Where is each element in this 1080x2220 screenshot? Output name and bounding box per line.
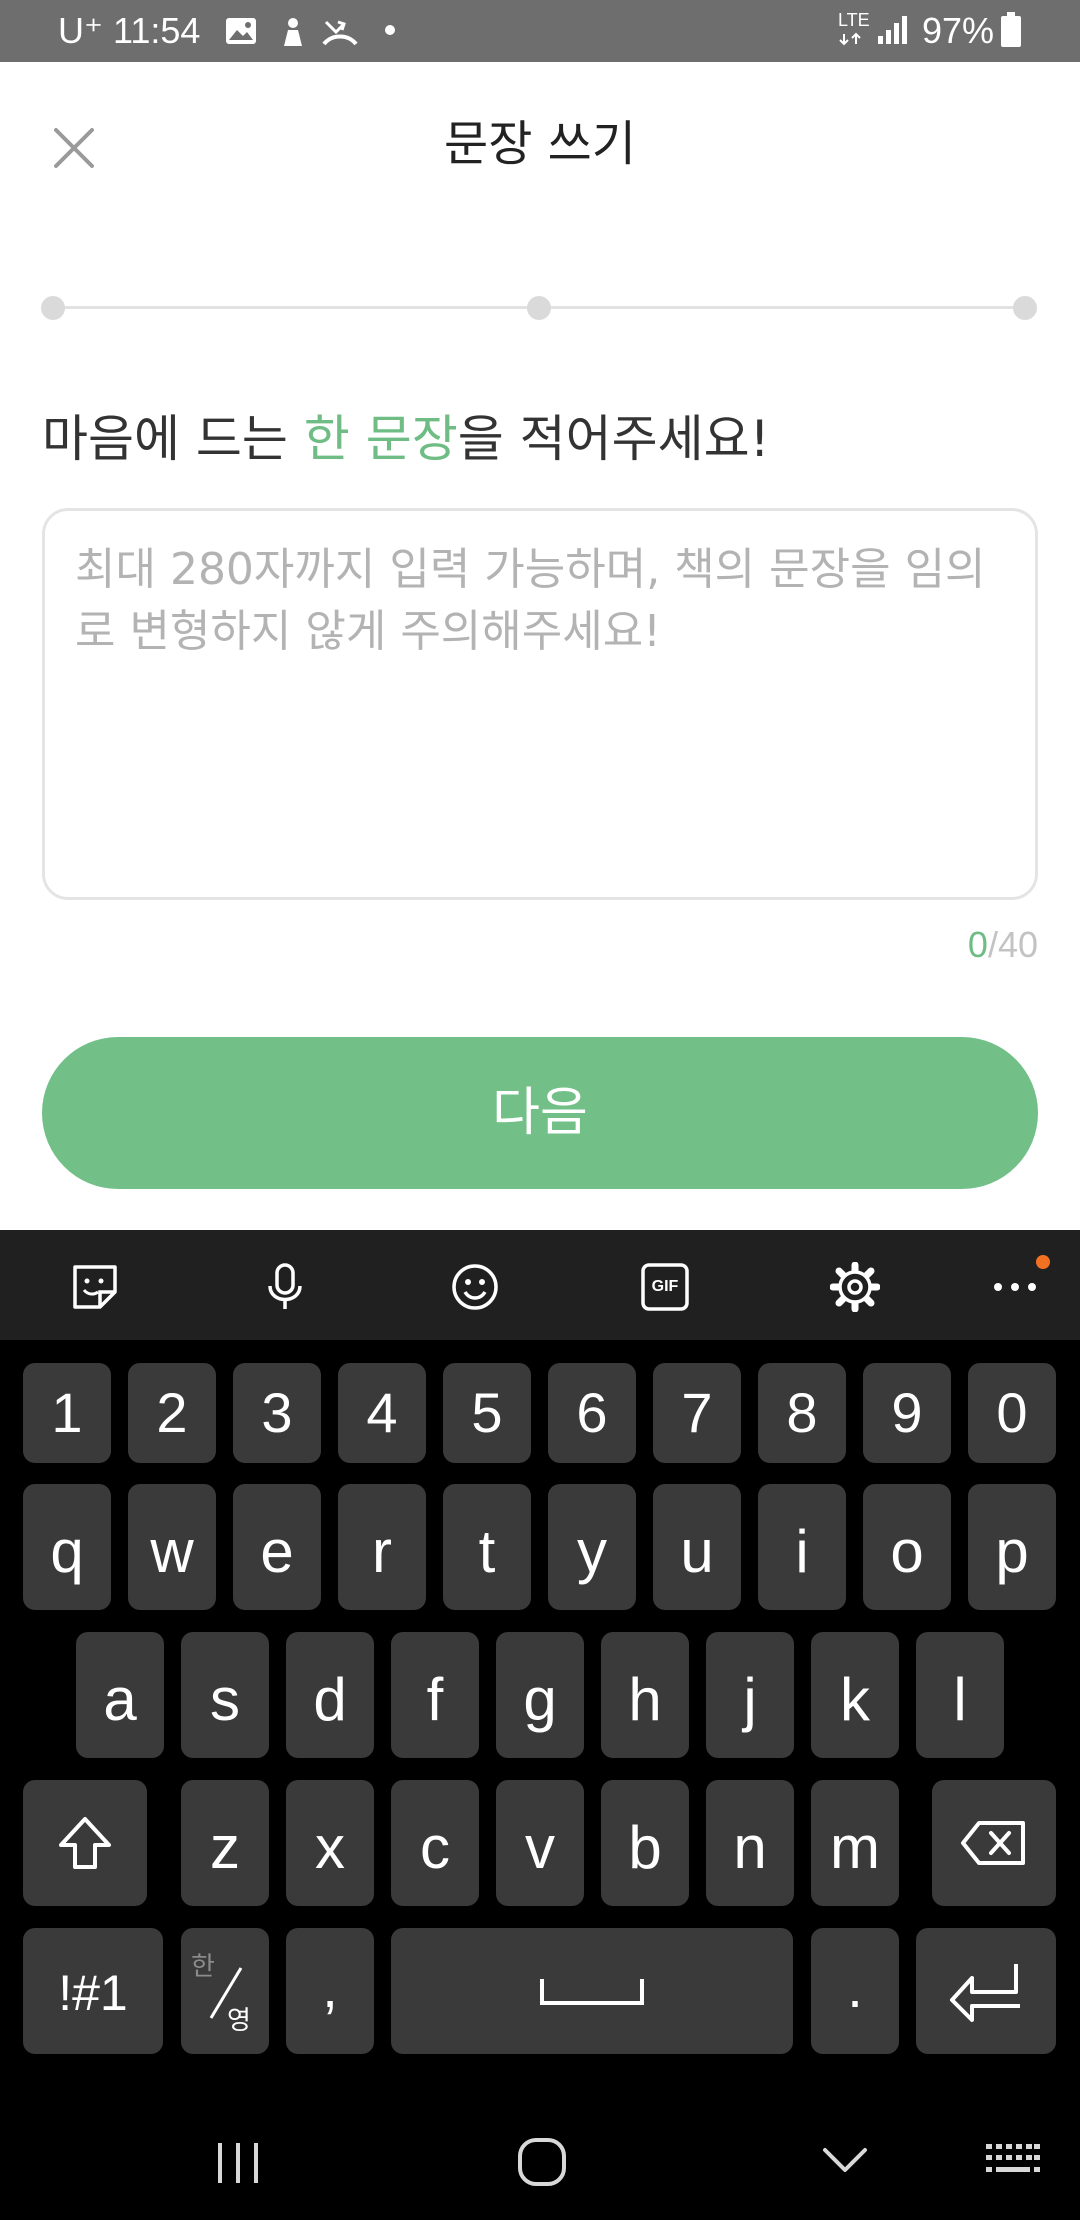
page-title: 문장 쓰기: [444, 116, 636, 172]
key-z[interactable]: z: [181, 1780, 269, 1906]
key-i[interactable]: i: [758, 1484, 846, 1610]
status-bar: U⁺ 11:54 LTE 97%: [0, 0, 1080, 62]
carrier-label: U⁺: [58, 10, 103, 51]
key-8[interactable]: 8: [758, 1363, 846, 1463]
settings-icon[interactable]: [830, 1262, 880, 1312]
period-key[interactable]: .: [811, 1928, 899, 2054]
key-j[interactable]: j: [706, 1632, 794, 1758]
progress-step-2: [527, 296, 551, 320]
emoji-icon[interactable]: [450, 1262, 500, 1312]
battery-icon: [1001, 12, 1021, 47]
gif-icon[interactable]: GIF: [640, 1262, 690, 1312]
key-o[interactable]: o: [863, 1484, 951, 1610]
key-c[interactable]: c: [391, 1780, 479, 1906]
key-f[interactable]: f: [391, 1632, 479, 1758]
key-n[interactable]: n: [706, 1780, 794, 1906]
prompt-heading: 마음에 드는 한 문장을 적어주세요!: [42, 404, 770, 474]
backspace-key[interactable]: [932, 1780, 1056, 1906]
shift-key[interactable]: [23, 1780, 147, 1906]
network-type: LTE: [838, 10, 870, 30]
more-icon[interactable]: [990, 1262, 1040, 1312]
gallery-icon: [226, 18, 256, 44]
keyboard-switch-icon[interactable]: [984, 2140, 1042, 2180]
key-4[interactable]: 4: [338, 1363, 426, 1463]
notification-dot: [1036, 1255, 1050, 1269]
key-d[interactable]: d: [286, 1632, 374, 1758]
progress-step-1: [41, 296, 65, 320]
key-7[interactable]: 7: [653, 1363, 741, 1463]
key-3[interactable]: 3: [233, 1363, 321, 1463]
gif-label: GIF: [651, 1278, 679, 1295]
shift-arrow-icon: [59, 1817, 111, 1869]
battery-percent: 97%: [922, 10, 995, 51]
sentence-box: [42, 508, 1038, 900]
key-w[interactable]: w: [128, 1484, 216, 1610]
app-notification-icon: [284, 18, 302, 46]
key-g[interactable]: g: [496, 1632, 584, 1758]
key-x[interactable]: x: [286, 1780, 374, 1906]
microphone-icon[interactable]: [260, 1262, 310, 1312]
signal-icon: [878, 16, 907, 44]
prompt-text-before: 마음에 드는: [42, 410, 304, 468]
char-count-max: /40: [987, 924, 1038, 965]
symbols-key[interactable]: !#1: [23, 1928, 163, 2054]
key-q[interactable]: q: [23, 1484, 111, 1610]
recent-apps-icon[interactable]: [212, 2138, 264, 2188]
back-icon[interactable]: [820, 2142, 870, 2178]
key-a[interactable]: a: [76, 1632, 164, 1758]
lang-english: 영: [227, 2006, 251, 2036]
space-icon: [540, 1979, 644, 2005]
key-t[interactable]: t: [443, 1484, 531, 1610]
key-p[interactable]: p: [968, 1484, 1056, 1610]
key-9[interactable]: 9: [863, 1363, 951, 1463]
enter-icon: [950, 1964, 1020, 2022]
missed-call-icon: [322, 20, 358, 46]
comma-key[interactable]: ,: [286, 1928, 374, 2054]
key-2[interactable]: 2: [128, 1363, 216, 1463]
key-v[interactable]: v: [496, 1780, 584, 1906]
char-count-current: 0: [967, 924, 988, 965]
data-arrows-icon: [839, 32, 861, 46]
prompt-text-after: 을 적어주세요!: [457, 410, 770, 468]
keyboard-toolbar: [0, 1230, 1080, 1340]
next-button[interactable]: 다음: [42, 1037, 1038, 1189]
key-1[interactable]: 1: [23, 1363, 111, 1463]
key-h[interactable]: h: [601, 1632, 689, 1758]
status-time: 11:54: [113, 10, 201, 51]
key-e[interactable]: e: [233, 1484, 321, 1610]
backspace-icon: [961, 1821, 1025, 1865]
char-counter: 0/40: [968, 920, 1038, 970]
home-icon[interactable]: [516, 2136, 568, 2188]
progress-step-3: [1013, 296, 1037, 320]
prompt-highlight: 한 문장: [303, 410, 458, 468]
key-r[interactable]: r: [338, 1484, 426, 1610]
key-6[interactable]: 6: [548, 1363, 636, 1463]
key-0[interactable]: 0: [968, 1363, 1056, 1463]
more-notifications-icon: [385, 25, 395, 35]
enter-key[interactable]: [916, 1928, 1056, 2054]
key-l[interactable]: l: [916, 1632, 1004, 1758]
key-5[interactable]: 5: [443, 1363, 531, 1463]
key-k[interactable]: k: [811, 1632, 899, 1758]
language-switch-key[interactable]: 한 영: [181, 1928, 269, 2054]
space-key[interactable]: [391, 1928, 793, 2054]
key-m[interactable]: m: [811, 1780, 899, 1906]
key-b[interactable]: b: [601, 1780, 689, 1906]
key-y[interactable]: y: [548, 1484, 636, 1610]
sentence-input[interactable]: [75, 539, 1005, 869]
key-u[interactable]: u: [653, 1484, 741, 1610]
key-s[interactable]: s: [181, 1632, 269, 1758]
sticker-icon[interactable]: [70, 1262, 120, 1312]
